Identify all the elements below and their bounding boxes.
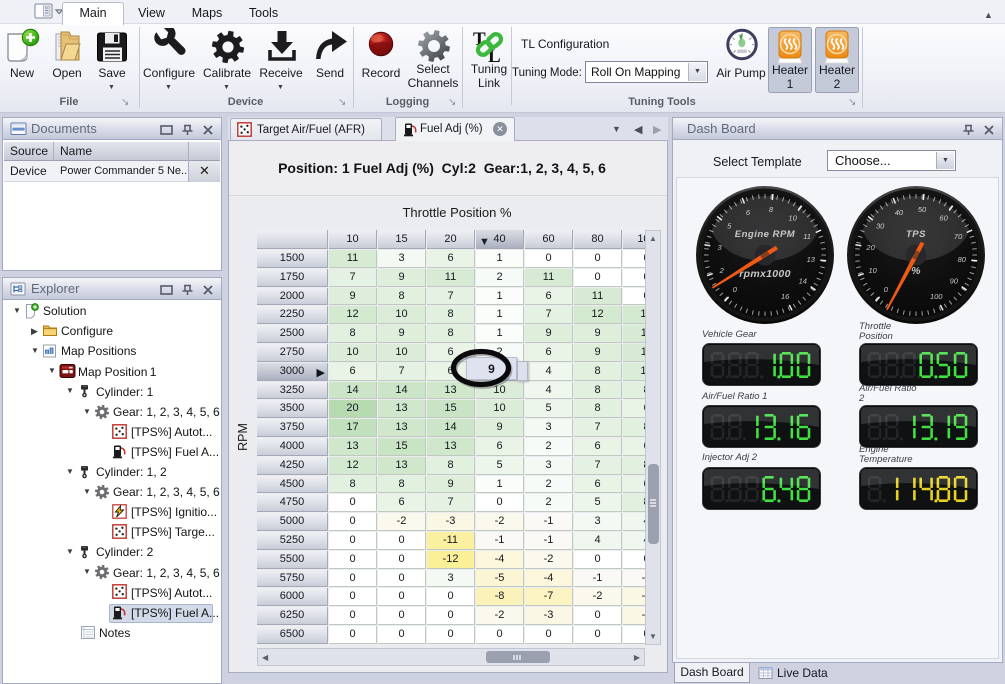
svg-text:2: 2	[719, 266, 725, 275]
svg-text:Engine RPM: Engine RPM	[735, 229, 796, 240]
svg-text:90: 90	[950, 277, 959, 286]
svg-text:80: 80	[958, 255, 967, 264]
svg-text:rpmx1000: rpmx1000	[739, 268, 790, 280]
svg-text:16: 16	[781, 292, 790, 301]
svg-text:%: %	[911, 265, 921, 277]
svg-text:13: 13	[807, 255, 816, 264]
svg-text:100: 100	[930, 292, 943, 301]
svg-text:14: 14	[799, 277, 807, 286]
svg-text:TPS: TPS	[906, 229, 926, 240]
svg-text:10: 10	[869, 266, 878, 275]
